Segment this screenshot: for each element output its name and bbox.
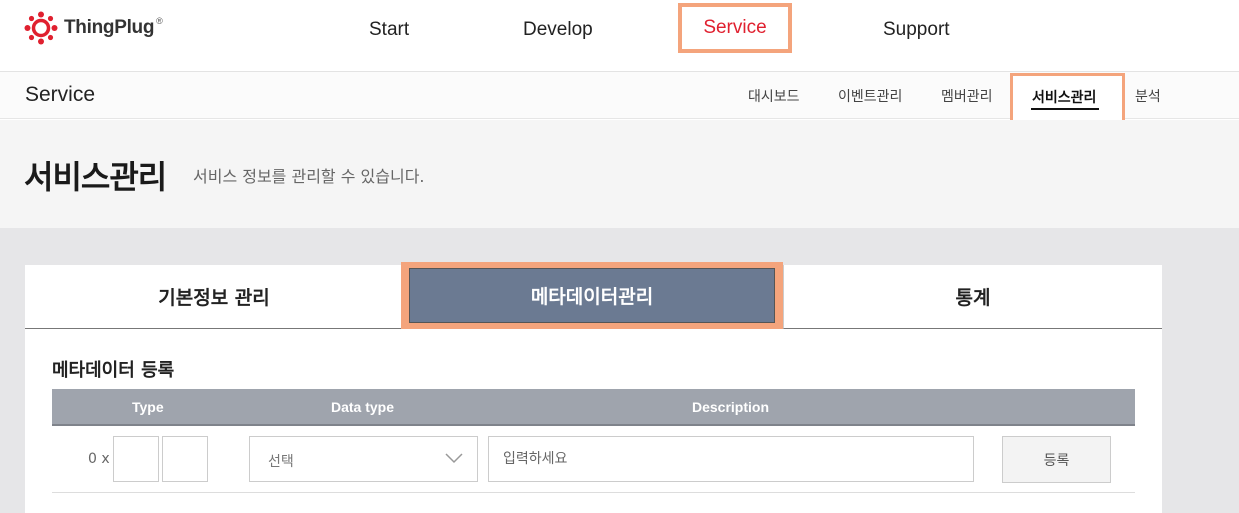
subnav-analysis[interactable]: 분석 bbox=[1135, 86, 1161, 106]
chevron-down-icon bbox=[445, 453, 463, 464]
column-description: Description bbox=[692, 399, 770, 415]
column-data-type: Data type bbox=[331, 399, 395, 415]
tab-basic-info[interactable]: 기본정보 관리 bbox=[25, 265, 403, 329]
nav-service-highlight: Service bbox=[678, 3, 792, 53]
section-title: 메타데이터 등록 bbox=[52, 360, 175, 381]
page-title: 서비스관리 bbox=[24, 158, 167, 196]
section-name: Service bbox=[25, 83, 96, 106]
tab-metadata-highlight: 메타데이터관리 bbox=[401, 262, 783, 329]
active-underline bbox=[1031, 108, 1099, 110]
register-button[interactable]: 등록 bbox=[1002, 436, 1111, 483]
subnav-service-management-highlight: 서비스관리 bbox=[1010, 73, 1125, 123]
nav-support[interactable]: Support bbox=[883, 19, 950, 41]
nav-service[interactable]: Service bbox=[682, 7, 788, 49]
nav-start[interactable]: Start bbox=[369, 19, 409, 41]
subnav-dashboard[interactable]: 대시보드 bbox=[748, 86, 800, 106]
brand-name: ThingPlug bbox=[64, 17, 155, 38]
subnav-event-management[interactable]: 이벤트관리 bbox=[838, 86, 902, 106]
registered-mark: ® bbox=[156, 16, 163, 26]
data-type-select[interactable]: 선택 bbox=[249, 436, 478, 482]
top-navigation: ThingPlug ® Start Develop Service Suppor… bbox=[0, 0, 1239, 72]
type-hex-input-1[interactable] bbox=[113, 436, 159, 482]
page-description: 서비스 정보를 관리할 수 있습니다. bbox=[193, 167, 425, 186]
table-row: 0 x 선택 등록 bbox=[52, 427, 1135, 493]
page-header: 서비스관리 서비스 정보를 관리할 수 있습니다. bbox=[0, 120, 1239, 228]
sun-gear-icon bbox=[24, 11, 58, 45]
type-hex-input-2[interactable] bbox=[162, 436, 208, 482]
tab-statistics[interactable]: 통계 bbox=[783, 265, 1162, 329]
column-type: Type bbox=[132, 399, 164, 415]
description-input[interactable] bbox=[488, 436, 974, 482]
hex-prefix-label: 0 x bbox=[88, 451, 110, 467]
tab-metadata[interactable]: 메타데이터관리 bbox=[409, 268, 775, 323]
subnav-service-management[interactable]: 서비스관리 bbox=[1013, 76, 1122, 120]
subnav-member-management[interactable]: 멤버관리 bbox=[941, 86, 993, 106]
sub-navigation: Service 대시보드 이벤트관리 멤버관리 서비스관리 분석 bbox=[0, 72, 1239, 123]
thingplug-logo[interactable]: ThingPlug ® bbox=[24, 10, 163, 46]
table-header: Type Data type Description bbox=[52, 389, 1135, 426]
nav-develop[interactable]: Develop bbox=[523, 19, 593, 41]
subnav-service-management-label: 서비스관리 bbox=[1032, 90, 1097, 106]
data-type-select-value: 선택 bbox=[268, 454, 294, 470]
